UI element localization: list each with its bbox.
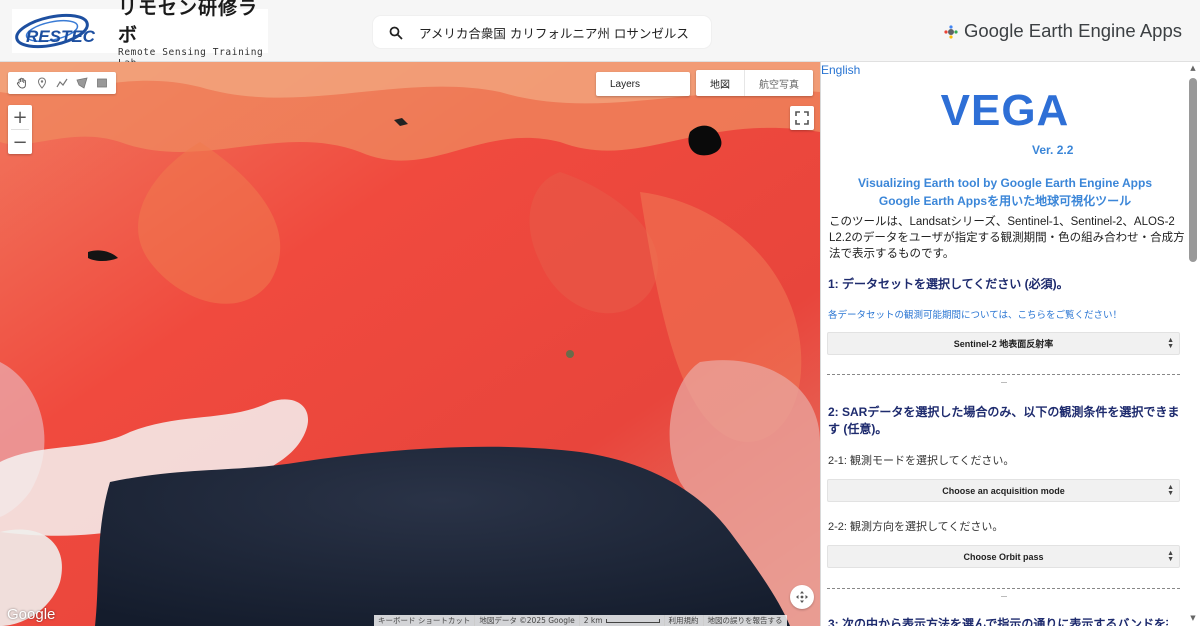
satellite-imagery	[0, 62, 820, 626]
version-label: Ver. 2.2	[1032, 143, 1074, 157]
acquisition-mode-label: 2-1: 観測モードを選択してください。	[828, 455, 1015, 467]
dataset-select[interactable]: Sentinel-2 地表面反射率 ▲ ▼	[827, 332, 1180, 355]
google-logo: Google	[7, 606, 56, 623]
divider-dot	[1001, 596, 1007, 597]
dataset-period-link[interactable]: 各データセットの観測可能期間については、こちらをご覧ください！	[828, 307, 1122, 321]
scroll-up-icon[interactable]: ▲	[1189, 64, 1197, 72]
svg-text:RESTEC: RESTEC	[26, 27, 96, 46]
hand-icon[interactable]	[12, 73, 32, 93]
terms-link[interactable]: 利用規約	[665, 615, 704, 626]
scroll-down-icon[interactable]: ▼	[1189, 614, 1197, 622]
app-header: RESTEC リモセン研修ラボ Remote Sensing Training …	[0, 0, 1200, 69]
section-divider	[827, 374, 1180, 375]
fullscreen-icon	[795, 111, 809, 125]
zoom-control: + −	[8, 105, 32, 154]
pan-control-button[interactable]	[790, 585, 814, 609]
scroll-thumb[interactable]	[1189, 78, 1197, 262]
orbit-pass-select[interactable]: Choose Orbit pass ▲ ▼	[827, 545, 1180, 568]
layers-button[interactable]: Layers	[596, 72, 690, 96]
restec-logo-mark: RESTEC	[12, 9, 112, 53]
divider-dot	[1001, 382, 1007, 383]
pan-icon	[796, 591, 808, 603]
polygon-icon[interactable]	[72, 73, 92, 93]
acquisition-mode-value: Choose an acquisition mode	[942, 485, 1065, 496]
drawing-toolbar	[8, 72, 116, 94]
map-type-satellite-button[interactable]: 航空写真	[745, 70, 813, 96]
map-type-control: 地図 航空写真	[696, 70, 813, 96]
keyboard-shortcuts-link[interactable]: キーボード ショートカット	[374, 615, 476, 626]
select-arrows-icon: ▲ ▼	[1167, 337, 1174, 350]
zoom-out-button[interactable]: −	[8, 130, 32, 154]
map-type-map-button[interactable]: 地図	[696, 70, 744, 96]
subtitle-japanese: Google Earth Appsを用いた地球可視化ツール	[878, 194, 1132, 208]
gee-logo-icon	[944, 24, 958, 39]
app-title: Google Earth Engine Apps	[963, 20, 1182, 41]
scale-label: 2 km	[583, 616, 603, 625]
search-input[interactable]: アメリカ合衆国 カリフォルニア州 ロサンゼルス	[419, 23, 689, 42]
panel-scrollbar[interactable]: ▲ ▼	[1188, 62, 1198, 626]
section-divider	[827, 588, 1180, 589]
acquisition-mode-select[interactable]: Choose an acquisition mode ▲ ▼	[827, 479, 1180, 502]
search-icon	[389, 25, 403, 40]
line-icon[interactable]	[52, 73, 72, 93]
logo-japanese-text: リモセン研修ラボ	[118, 0, 259, 46]
vega-title: VEGA	[940, 86, 1070, 135]
restec-logo[interactable]: RESTEC リモセン研修ラボ Remote Sensing Training …	[12, 0, 268, 69]
gee-apps-brand: Google Earth Engine Apps	[944, 20, 1182, 42]
orbit-pass-value: Choose Orbit pass	[963, 551, 1044, 562]
fullscreen-button[interactable]	[790, 106, 814, 130]
english-link[interactable]: English	[821, 63, 860, 77]
step1-title: 1: データセットを選択してください (必須)。	[828, 277, 1069, 291]
report-error-link[interactable]: 地図の誤りを報告する	[704, 615, 787, 626]
marker-icon[interactable]	[32, 73, 52, 93]
scale-bar[interactable]: 2 km	[580, 615, 665, 626]
subtitle-english: Visualizing Earth tool by Google Earth E…	[857, 176, 1153, 190]
map-attribution: キーボード ショートカット 地図データ ©2025 Google 2 km 利用…	[374, 615, 787, 626]
tool-description: このツールは、Landsatシリーズ、Sentinel-1、Sentinel-2…	[829, 216, 1185, 260]
orbit-direction-label: 2-2: 観測方向を選択してください。	[828, 521, 1004, 533]
select-arrows-icon: ▲ ▼	[1167, 550, 1174, 563]
zoom-in-button[interactable]: +	[8, 105, 32, 129]
scale-line	[605, 618, 660, 623]
step3-title: 3: 次の中から表示方法を選んで指示の通りに表示するバンドを指	[828, 617, 1168, 626]
vega-control-panel: English VEGA Ver. 2.2 Visualizing Earth …	[820, 62, 1200, 626]
rectangle-icon[interactable]	[92, 73, 112, 93]
step2-title: 2: SARデータを選択した場合のみ、以下の観測条件を選択できます (任意)。	[828, 405, 1180, 436]
map-data-credit: 地図データ ©2025 Google	[475, 615, 580, 626]
select-arrows-icon: ▲ ▼	[1167, 484, 1174, 497]
place-search-box[interactable]: アメリカ合衆国 カリフォルニア州 ロサンゼルス	[373, 16, 711, 48]
dataset-select-value: Sentinel-2 地表面反射率	[953, 339, 1054, 349]
map-view[interactable]: + − Layers 地図 航空写真 Google キーボード ショートカット …	[0, 62, 820, 626]
